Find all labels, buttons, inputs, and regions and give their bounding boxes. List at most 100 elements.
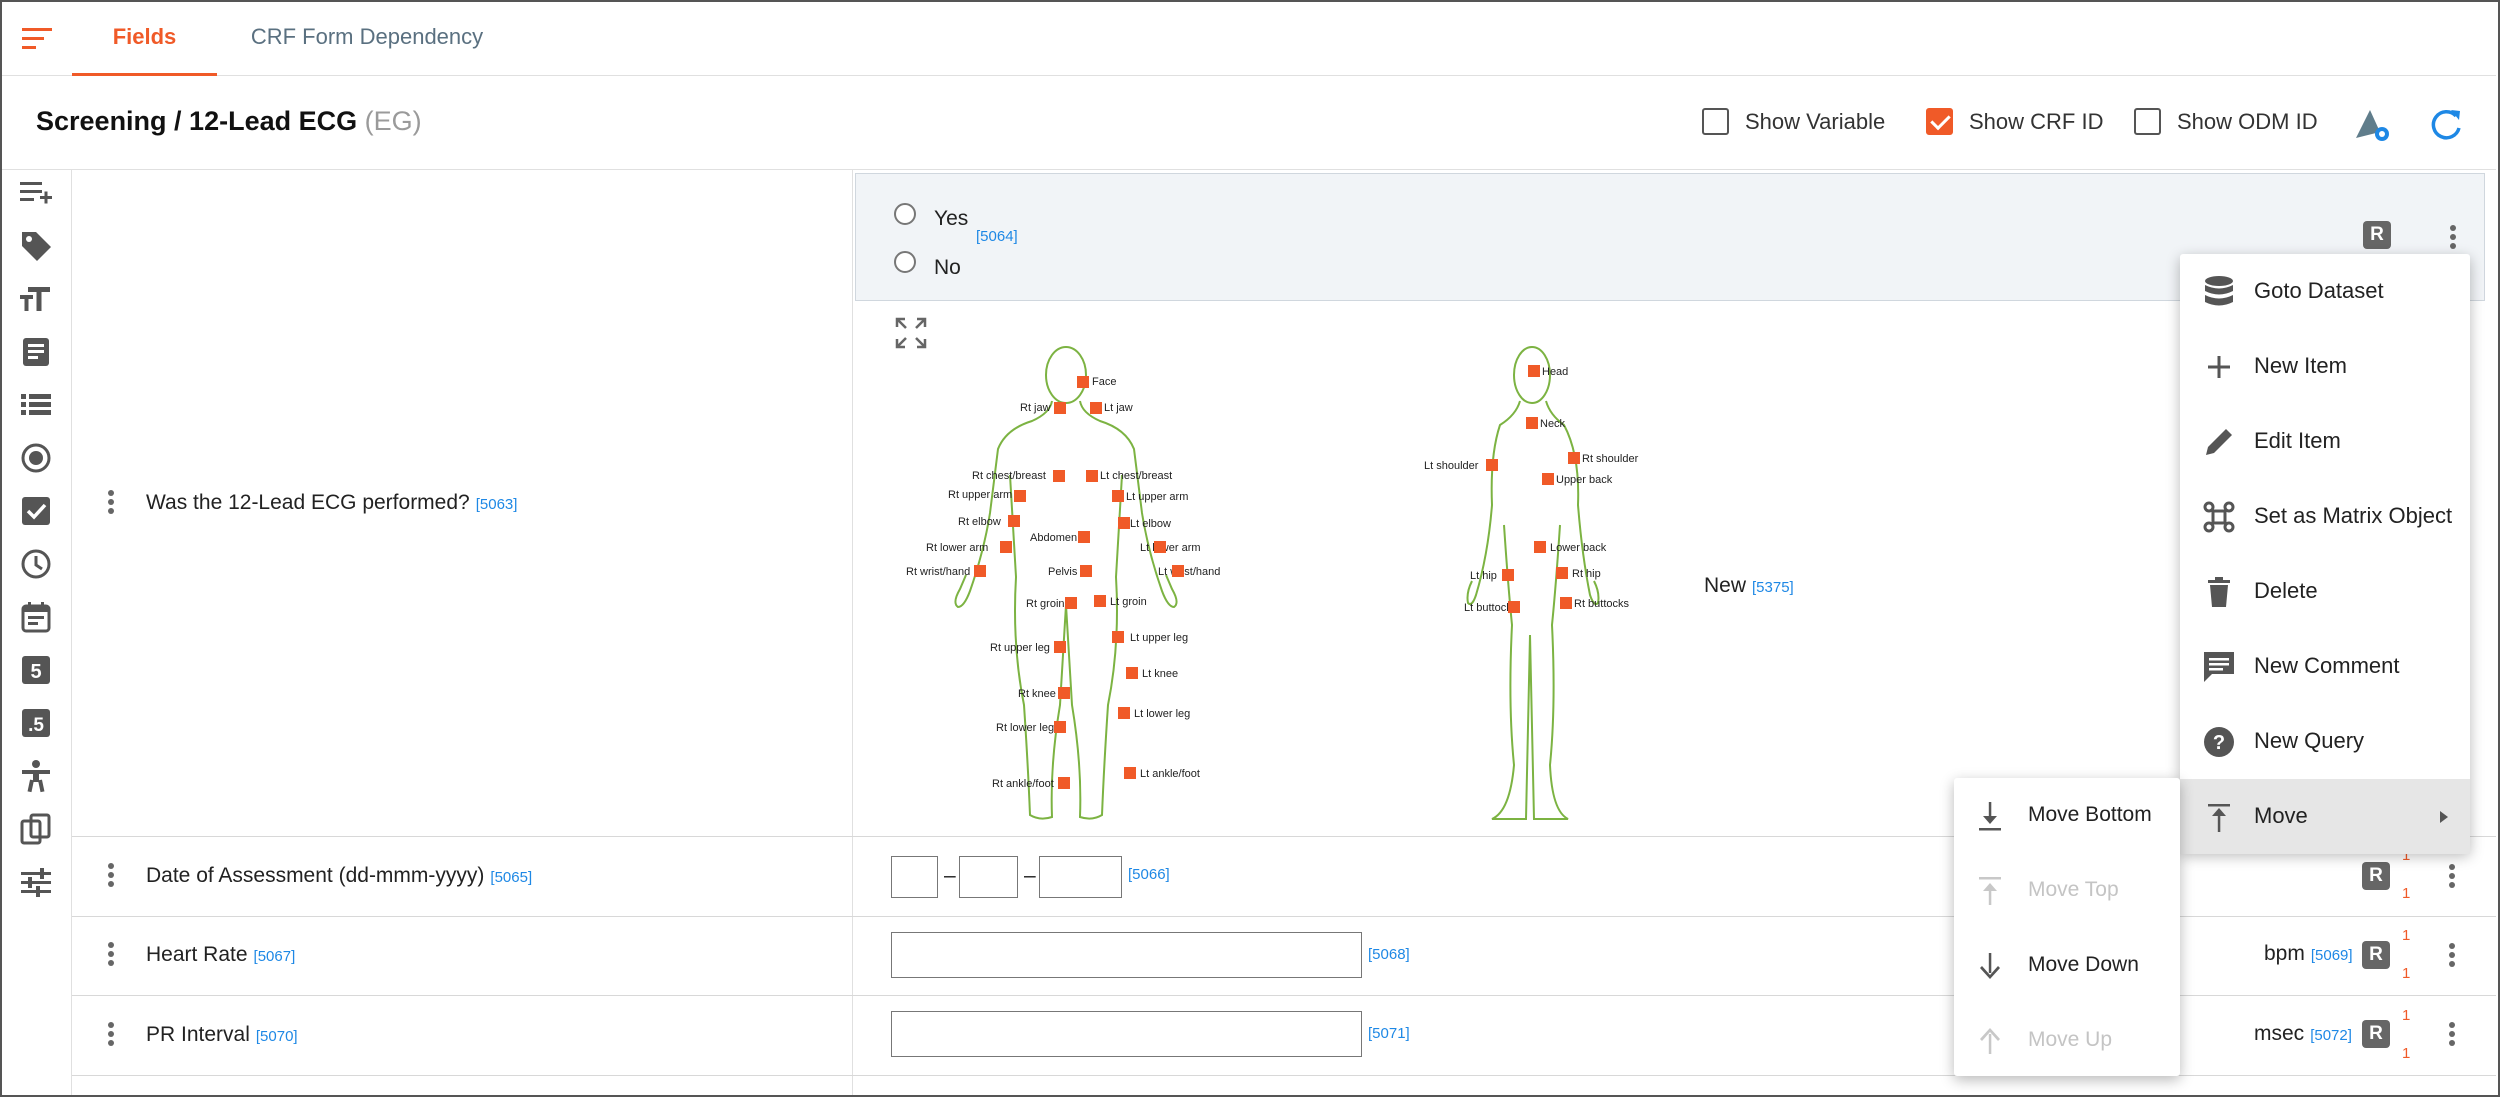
date-year-input[interactable] — [1039, 856, 1122, 898]
column-divider — [852, 170, 853, 1095]
body-figure-icon[interactable] — [18, 758, 54, 794]
radio-yes[interactable] — [894, 203, 916, 225]
body-label: Rt shoulder — [1582, 453, 1639, 465]
question-text: Heart Rate — [146, 943, 248, 966]
tab-crf-form-dependency[interactable]: CRF Form Dependency — [237, 2, 497, 76]
show-crf-id-checkbox[interactable]: Show CRF ID — [1926, 108, 2103, 135]
menu-item-goto-dataset[interactable]: Goto Dataset — [2180, 254, 2470, 329]
body-label: Lower back — [1550, 542, 1607, 554]
list-icon[interactable] — [18, 387, 54, 423]
required-badge: R — [2363, 221, 2391, 249]
question-id: [5067] — [253, 948, 296, 965]
arrow-down-icon — [1980, 953, 2000, 979]
body-label: Abdomen — [1030, 532, 1077, 544]
menu-item-set-matrix[interactable]: Set as Matrix Object — [2180, 479, 2470, 554]
show-odm-id-box[interactable] — [2134, 108, 2161, 135]
menu-item-label: New Query — [2254, 728, 2365, 753]
tab-fields[interactable]: Fields — [72, 2, 217, 76]
unit-id: [5072] — [2310, 1027, 2352, 1044]
row-menu-icon[interactable] — [107, 488, 115, 518]
field-type-toolbar: 5 .5 — [2, 170, 72, 1095]
move-bottom-icon — [1979, 802, 2001, 831]
count-value: 1 — [2402, 965, 2411, 982]
body-label: Lt lower leg — [1134, 708, 1190, 720]
field-menu-icon[interactable] — [2448, 1020, 2456, 1050]
heart-rate-input[interactable] — [891, 932, 1362, 978]
date-separator: – — [1024, 864, 1036, 887]
body-label: Rt groin — [1026, 598, 1065, 610]
field-menu-icon[interactable] — [2449, 223, 2457, 253]
body-label: Rt upper leg — [990, 642, 1050, 654]
refresh-icon[interactable] — [2424, 102, 2468, 146]
menu-item-label: Move Top — [2028, 878, 2119, 901]
body-label: Rt elbow — [958, 516, 1001, 528]
menu-item-move-down[interactable]: Move Down — [1954, 928, 2180, 1003]
add-list-icon[interactable] — [18, 176, 54, 212]
plus-icon — [2208, 356, 2230, 378]
body-label: Rt buttocks — [1574, 598, 1630, 610]
clock-icon[interactable] — [18, 546, 54, 582]
hamburger-menu-icon[interactable] — [20, 24, 56, 54]
menu-item-label: Goto Dataset — [2254, 278, 2384, 303]
date-month-input[interactable] — [959, 856, 1018, 898]
tag-icon[interactable] — [18, 228, 54, 264]
form-icon[interactable] — [18, 334, 54, 370]
body-label: Head — [1542, 366, 1568, 378]
unit-id: [5069] — [2310, 947, 2353, 964]
row-menu-icon[interactable] — [107, 1020, 115, 1050]
question-id: [5063] — [475, 496, 518, 513]
copy-icon[interactable] — [18, 811, 54, 847]
menu-item-label: Delete — [2254, 578, 2318, 603]
row-menu-icon[interactable] — [107, 940, 115, 970]
count-value: 1 — [2402, 927, 2411, 944]
option-id: [5064] — [976, 228, 1018, 245]
calendar-icon[interactable] — [18, 599, 54, 635]
menu-item-new-query[interactable]: ? New Query — [2180, 704, 2470, 779]
settings-sliders-icon[interactable] — [18, 864, 54, 900]
body-map-new-label: New [5375] — [1704, 574, 1794, 598]
menu-item-new-item[interactable]: New Item — [2180, 329, 2470, 404]
body-back-figure[interactable]: Head Neck Rt shoulder Lt shoulder Upper … — [1400, 345, 1660, 825]
decimal-icon[interactable]: .5 — [18, 705, 54, 741]
show-crf-id-box[interactable] — [1926, 108, 1953, 135]
show-variable-checkbox[interactable]: Show Variable — [1702, 108, 1885, 135]
count-value: 1 — [2402, 1007, 2411, 1024]
menu-item-edit-item[interactable]: Edit Item — [2180, 404, 2470, 479]
question-label: Date of Assessment (dd-mmm-yyyy) [5065] — [146, 864, 532, 888]
menu-item-new-comment[interactable]: New Comment — [2180, 629, 2470, 704]
body-front-figure[interactable]: Face Rt jaw Lt jaw Rt chest/breast Lt ch… — [900, 345, 1300, 825]
body-label: Rt wrist/hand — [906, 566, 970, 578]
menu-item-delete[interactable]: Delete — [2180, 554, 2470, 629]
date-day-input[interactable] — [891, 856, 938, 898]
field-menu-icon[interactable] — [2448, 862, 2456, 892]
menu-item-label: Edit Item — [2254, 428, 2341, 453]
body-label: Rt hip — [1572, 568, 1601, 580]
svg-text:.5: .5 — [28, 715, 44, 736]
body-label: Face — [1092, 376, 1116, 388]
body-label: Rt chest/breast — [972, 470, 1046, 482]
count-value: 1 — [2402, 1045, 2411, 1062]
question-text: Was the 12-Lead ECG performed? — [146, 491, 470, 514]
field-context-menu: Goto Dataset New Item Edit Item Set as M… — [2180, 254, 2470, 854]
number-icon[interactable]: 5 — [18, 652, 54, 688]
body-label: Lt chest/breast — [1100, 470, 1172, 482]
show-odm-id-checkbox[interactable]: Show ODM ID — [2134, 108, 2318, 135]
menu-item-move[interactable]: Move — [2180, 779, 2470, 854]
show-crf-id-label: Show CRF ID — [1969, 108, 2104, 134]
trash-icon — [2208, 577, 2230, 607]
radio-no[interactable] — [894, 251, 916, 273]
body-map-new-text: New — [1704, 574, 1747, 597]
text-size-icon[interactable] — [18, 281, 54, 317]
row-menu-icon[interactable] — [107, 861, 115, 891]
checkbox-icon[interactable] — [18, 493, 54, 529]
radio-button-icon[interactable] — [18, 440, 54, 476]
body-label: Rt upper arm — [948, 489, 1012, 501]
question-label: PR Interval [5070] — [146, 1023, 298, 1047]
menu-item-move-bottom[interactable]: Move Bottom — [1954, 778, 2180, 853]
pr-interval-input[interactable] — [891, 1011, 1362, 1057]
body-label: Pelvis — [1048, 566, 1078, 578]
comment-icon — [2204, 652, 2234, 682]
field-menu-icon[interactable] — [2448, 941, 2456, 971]
show-variable-box[interactable] — [1702, 108, 1729, 135]
format-settings-icon[interactable] — [2350, 102, 2394, 146]
